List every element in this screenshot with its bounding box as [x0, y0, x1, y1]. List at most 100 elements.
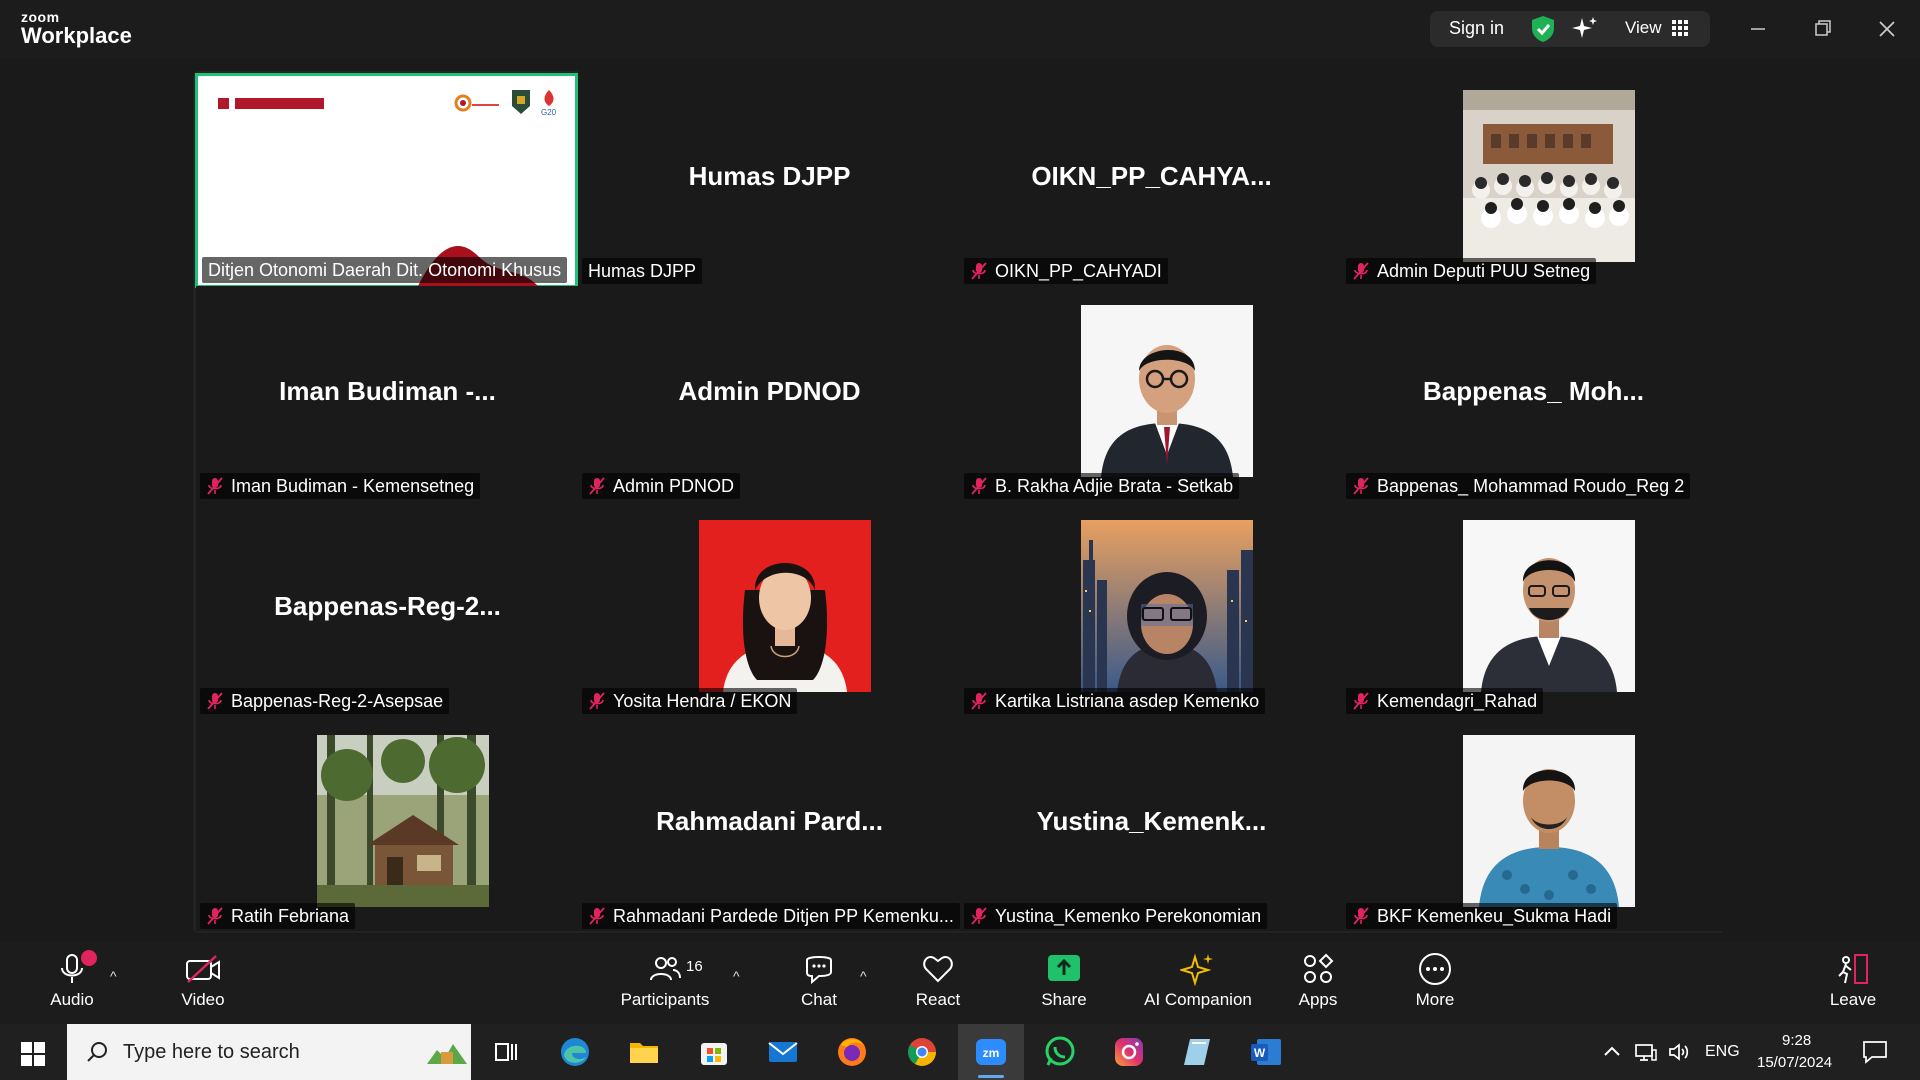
clock-date[interactable]: 15/07/2024 [1757, 1054, 1832, 1071]
search-highlight-illustration [427, 1044, 467, 1064]
video-tile[interactable]: Admin PDNOD Admin PDNOD [578, 286, 961, 501]
logo-zoom-text: zoom [21, 9, 60, 25]
network-icon[interactable] [1634, 1040, 1658, 1064]
video-tile[interactable]: Kartika Listriana asdep Kemenko [960, 501, 1343, 716]
g20-logo-icon: G20 [541, 90, 557, 116]
minimize-icon[interactable] [1743, 14, 1773, 44]
participant-label: Bappenas_ Mohammad Roudo_Reg 2 [1346, 473, 1691, 499]
search-icon [87, 1042, 107, 1062]
participant-display-name: Rahmadani Pard... [656, 806, 883, 836]
audio-options-chevron-icon[interactable]: ^ [110, 968, 117, 984]
clock-time[interactable]: 9:28 [1782, 1032, 1811, 1049]
video-tile[interactable]: Yosita Hendra / EKON [578, 501, 961, 716]
participant-name: Iman Budiman - Kemensetneg [231, 476, 475, 496]
participant-label: BKF Kemenkeu_Sukma Hadi [1346, 903, 1618, 929]
view-button[interactable]: View [1625, 18, 1662, 38]
video-off-icon [186, 955, 220, 983]
participant-name: Kemendagri_Rahad [1377, 691, 1538, 711]
mic-muted-icon [207, 477, 223, 495]
taskbar-search-box[interactable]: Type here to search [67, 1024, 471, 1080]
volume-icon[interactable] [1667, 1040, 1691, 1064]
shield-check-icon[interactable] [1530, 15, 1556, 43]
notes-app-icon[interactable] [1180, 1035, 1214, 1069]
video-tile[interactable]: G20 Ditjen Otonomi Daerah Dit. Otonomi K… [195, 73, 578, 288]
video-tile[interactable]: Yustina_Kemenk... Yustina_Kemenko Pereko… [960, 716, 1343, 931]
meeting-toolbar: Audio ^ Video Participants 16 ^ Chat ^ R… [0, 942, 1920, 1024]
participants-options-chevron-icon[interactable]: ^ [733, 968, 740, 984]
participants-button[interactable]: Participants [610, 952, 720, 1010]
close-icon[interactable] [1872, 14, 1902, 44]
task-view-icon[interactable] [488, 1035, 522, 1069]
heart-icon [923, 956, 953, 983]
windows-start-icon[interactable] [21, 1042, 45, 1066]
participant-name: Ratih Febriana [231, 906, 350, 926]
video-tile[interactable]: Ratih Febriana [196, 716, 579, 931]
svg-text:W: W [1254, 1046, 1266, 1060]
video-tile[interactable]: BKF Kemenkeu_Sukma Hadi [1342, 716, 1725, 931]
chat-options-chevron-icon[interactable]: ^ [860, 968, 867, 984]
microsoft-store-icon[interactable] [697, 1035, 731, 1069]
video-tile[interactable]: B. Rakha Adjie Brata - Setkab [960, 286, 1343, 501]
mic-muted-icon [971, 262, 987, 280]
apps-button[interactable]: Apps [1263, 952, 1373, 1010]
video-label: Video [181, 990, 225, 1009]
participant-label: Ditjen Otonomi Daerah Dit. Otonomi Khusu… [202, 257, 568, 283]
mic-muted-icon [1353, 692, 1369, 710]
chevron-up-icon[interactable] [1603, 1044, 1621, 1058]
mail-icon[interactable] [766, 1035, 800, 1069]
participant-photo [1463, 735, 1635, 907]
language-indicator[interactable]: ENG [1705, 1043, 1740, 1061]
edge-browser-icon[interactable] [558, 1035, 592, 1069]
video-gallery: G20 Ditjen Otonomi Daerah Dit. Otonomi K… [193, 71, 1725, 933]
participant-label: Rahmadani Pardede Ditjen PP Kemenku... [582, 903, 960, 929]
leave-button[interactable]: Leave [1798, 952, 1908, 1010]
participant-label: Admin PDNOD [582, 473, 741, 499]
word-icon[interactable]: W [1249, 1035, 1283, 1069]
participant-photo [317, 735, 489, 907]
video-tile[interactable]: Admin Deputi PUU Setneg [1342, 71, 1725, 286]
video-tile[interactable]: Bappenas_ Moh... Bappenas_ Mohammad Roud… [1342, 286, 1725, 501]
mic-muted-icon [589, 692, 605, 710]
video-tile[interactable]: OIKN_PP_CAHYA... OIKN_PP_CAHYADI [960, 71, 1343, 286]
video-button[interactable]: Video [148, 952, 258, 1010]
ai-companion-button[interactable]: AI Companion [1133, 952, 1263, 1010]
restore-icon[interactable] [1808, 14, 1838, 44]
instagram-icon[interactable] [1112, 1035, 1146, 1069]
participant-label: Kartika Listriana asdep Kemenko [964, 688, 1266, 714]
participant-display-name: Yustina_Kemenk... [1036, 806, 1267, 836]
participants-count: 16 [686, 958, 703, 975]
video-tile[interactable]: Bappenas-Reg-2... Bappenas-Reg-2-Asepsae [196, 501, 579, 716]
audio-label: Audio [50, 990, 94, 1009]
participant-photo [699, 520, 871, 692]
participant-name: Ditjen Otonomi Daerah Dit. Otonomi Khusu… [208, 260, 562, 280]
more-button[interactable]: More [1380, 952, 1490, 1010]
participant-display-name: OIKN_PP_CAHYA... [1031, 161, 1272, 191]
chrome-icon[interactable] [905, 1035, 939, 1069]
zoom-app-icon[interactable]: zm [974, 1035, 1008, 1069]
participants-icon [650, 957, 681, 981]
chat-button[interactable]: Chat [764, 952, 874, 1010]
shared-slide: G20 [198, 76, 575, 286]
participant-label: Kemendagri_Rahad [1346, 688, 1544, 714]
share-label: Share [1041, 990, 1087, 1009]
video-tile[interactable]: Kemendagri_Rahad [1342, 501, 1725, 716]
video-tile[interactable]: Humas DJPP Humas DJPP [578, 71, 961, 286]
whatsapp-icon[interactable] [1043, 1035, 1077, 1069]
search-placeholder: Type here to search [123, 1041, 300, 1063]
firefox-icon[interactable] [835, 1035, 869, 1069]
participant-name: Kartika Listriana asdep Kemenko [995, 691, 1260, 711]
participant-name: BKF Kemenkeu_Sukma Hadi [1377, 906, 1612, 926]
video-tile[interactable]: Iman Budiman -... Iman Budiman - Kemense… [196, 286, 579, 501]
file-explorer-icon[interactable] [627, 1035, 661, 1069]
sign-in-button[interactable]: Sign in [1449, 18, 1504, 39]
video-tile[interactable]: Rahmadani Pard... Rahmadani Pardede Ditj… [578, 716, 961, 931]
share-button[interactable]: Share [1009, 952, 1119, 1010]
grid-icon[interactable] [1672, 20, 1688, 36]
participant-name: Bappenas-Reg-2-Asepsae [231, 691, 444, 711]
ai-sparkle-icon[interactable] [1571, 15, 1599, 43]
notification-icon[interactable] [1862, 1040, 1888, 1064]
participant-photo [1081, 520, 1253, 692]
more-options-icon [1419, 953, 1451, 985]
react-label: React [915, 990, 961, 1009]
react-button[interactable]: React [883, 952, 993, 1010]
